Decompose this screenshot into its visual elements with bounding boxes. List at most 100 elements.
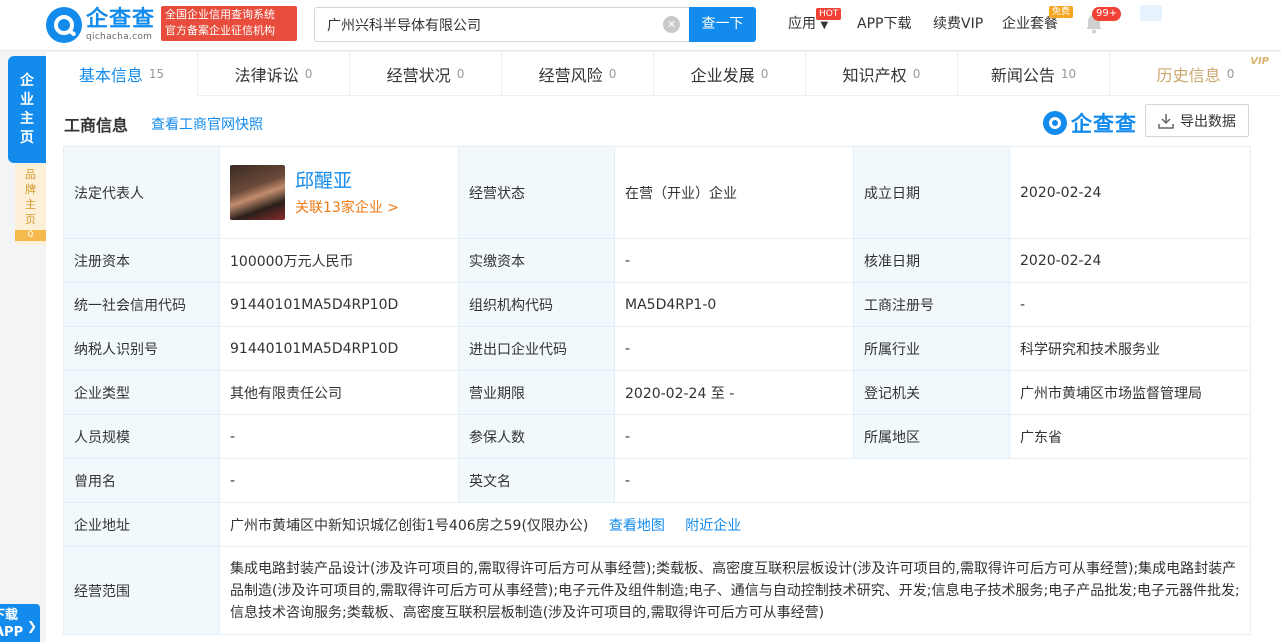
- address-cell: 广州市黄埔区中新知识城亿创街1号406房之59(仅限办公) 查看地图 附近企业: [219, 502, 1251, 547]
- vip-tag: VIP: [1250, 56, 1269, 67]
- tab-basic-info[interactable]: 基本信息 15: [46, 52, 198, 96]
- tab-label: 企业发展: [690, 66, 755, 85]
- legal-rep-name[interactable]: 邱醒亚: [295, 169, 399, 193]
- authority-label: 登记机关: [853, 370, 1010, 415]
- tab-news[interactable]: 新闻公告 10: [958, 52, 1110, 96]
- download-app-widget[interactable]: 下载 APP ❯: [0, 604, 40, 642]
- rail-char: 企: [20, 73, 34, 89]
- tab-label: 知识产权: [842, 66, 907, 85]
- qichacha-logo[interactable]: 企查查 qichacha.com: [46, 6, 155, 44]
- qichacha-watermark-logo: 企查查: [1043, 108, 1137, 138]
- status-label: 经营状态: [458, 146, 615, 239]
- org-code-value: MA5D4RP1-0: [614, 282, 854, 327]
- hot-tag: HOT: [816, 8, 842, 20]
- legal-rep-avatar[interactable]: [230, 165, 285, 220]
- reg-capital-label: 注册资本: [63, 238, 220, 283]
- rail-char: 主: [20, 111, 34, 127]
- tab-legal[interactable]: 法律诉讼 0: [198, 52, 350, 96]
- logo-magnifier-icon: [46, 7, 82, 43]
- tab-count: 0: [912, 67, 921, 81]
- official-snapshot-link[interactable]: 查看工商官网快照: [151, 114, 263, 134]
- tab-count: 15: [148, 67, 165, 81]
- insured-label: 参保人数: [458, 414, 615, 459]
- address-value: 广州市黄埔区中新知识城亿创街1号406房之59(仅限办公): [230, 517, 589, 534]
- legal-rep-cell: 邱醒亚 关联13家企业 >: [219, 146, 459, 239]
- taxpayer-id-label: 纳税人识别号: [63, 326, 220, 371]
- slogan-line-2: 官方备案企业征信机构: [165, 24, 275, 37]
- taxpayer-id-value: 91440101MA5D4RP10D: [219, 326, 459, 371]
- import-export-label: 进出口企业代码: [458, 326, 615, 371]
- business-info-table: 法定代表人 邱醒亚 关联13家企业 > 经营状态 在营（开业）企业 成立日期 2…: [63, 146, 1251, 635]
- notification-count-badge: 99+: [1092, 7, 1122, 21]
- biz-reg-no-value: -: [1009, 282, 1251, 327]
- tab-label: 经营状况: [386, 66, 451, 85]
- tab-history[interactable]: 历史信息 0 VIP: [1110, 52, 1281, 96]
- brand-count: 0: [15, 230, 46, 241]
- approval-date-value: 2020-02-24: [1009, 238, 1251, 283]
- section-title: 工商信息: [64, 116, 129, 135]
- table-row: 纳税人识别号 91440101MA5D4RP10D 进出口企业代码 - 所属行业…: [63, 326, 1251, 371]
- tab-count: 0: [1226, 67, 1235, 81]
- search-input[interactable]: 广州兴科半导体有限公司: [314, 7, 690, 42]
- partial-image: [1140, 5, 1162, 21]
- english-name-value: -: [614, 458, 1251, 503]
- former-name-label: 曾用名: [63, 458, 220, 503]
- renew-vip-link[interactable]: 续费VIP: [933, 14, 983, 34]
- tab-count: 0: [456, 67, 465, 81]
- nearby-companies-link[interactable]: 附近企业: [685, 518, 741, 534]
- tab-label: 新闻公告: [990, 66, 1055, 85]
- tab-label: 基本信息: [78, 66, 143, 85]
- rail-char: 牌: [25, 183, 36, 196]
- company-type-label: 企业类型: [63, 370, 220, 415]
- company-homepage-tab[interactable]: 企 业 主 页: [8, 56, 46, 163]
- tab-operations[interactable]: 经营状况 0: [350, 52, 502, 96]
- rail-char: 主: [25, 198, 36, 211]
- scope-value: 集成电路封装产品设计(涉及许可项目的,需取得许可后方可从事经营);类载板、高密度…: [219, 546, 1251, 635]
- tab-count: 10: [1060, 67, 1077, 81]
- former-name-value: -: [219, 458, 459, 503]
- rail-char: 品: [25, 168, 36, 181]
- region-value: 广东省: [1009, 414, 1251, 459]
- view-map-link[interactable]: 查看地图: [609, 518, 665, 534]
- logo-name: 企查查: [86, 7, 156, 32]
- paid-capital-value: -: [614, 238, 854, 283]
- reg-capital-value: 100000万元人民币: [219, 238, 459, 283]
- paid-capital-label: 实缴资本: [458, 238, 615, 283]
- tab-label: 经营风险: [538, 66, 603, 85]
- org-code-label: 组织机构代码: [458, 282, 615, 327]
- tab-development[interactable]: 企业发展 0: [654, 52, 806, 96]
- table-row: 注册资本 100000万元人民币 实缴资本 - 核准日期 2020-02-24: [63, 238, 1251, 283]
- region-label: 所属地区: [853, 414, 1010, 459]
- tab-label: 历史信息: [1156, 66, 1221, 85]
- insured-value: -: [614, 414, 854, 459]
- clear-search-icon[interactable]: ✕: [663, 16, 680, 33]
- section-tabs: 基本信息 15 法律诉讼 0 经营状况 0 经营风险 0 企业发展 0 知识产权 0 新闻公…: [46, 52, 1281, 96]
- legal-rep-label: 法定代表人: [63, 146, 220, 239]
- export-data-button[interactable]: 导出数据: [1145, 104, 1249, 137]
- english-name-label: 英文名: [458, 458, 615, 503]
- tab-count: 0: [760, 67, 769, 81]
- industry-value: 科学研究和技术服务业: [1009, 326, 1251, 371]
- export-label: 导出数据: [1180, 113, 1236, 130]
- watermark-logo-text: 企查查: [1071, 112, 1137, 136]
- apps-menu-label: 应用: [788, 16, 816, 32]
- search-button[interactable]: 查一下: [689, 7, 756, 42]
- table-row: 统一社会信用代码 91440101MA5D4RP10D 组织机构代码 MA5D4…: [63, 282, 1251, 327]
- table-row: 企业类型 其他有限责任公司 营业期限 2020-02-24 至 - 登记机关 广…: [63, 370, 1251, 415]
- business-info-panel: 工商信息 查看工商官网快照 企查查 导出数据 法定代表人 邱醒亚 关联13家企业…: [46, 96, 1281, 642]
- scope-label: 经营范围: [63, 546, 220, 635]
- table-row: 曾用名 - 英文名 -: [63, 458, 1251, 503]
- tab-ip[interactable]: 知识产权 0: [806, 52, 958, 96]
- tab-risk[interactable]: 经营风险 0: [502, 52, 654, 96]
- founded-value: 2020-02-24: [1009, 146, 1251, 239]
- chevron-right-icon: ❯: [26, 619, 37, 633]
- related-companies-link[interactable]: 关联13家企业 >: [295, 197, 399, 217]
- top-header: 企查查 qichacha.com 全国企业信用查询系统 官方备案企业征信机构 广…: [0, 0, 1281, 51]
- authority-value: 广州市黄埔区市场监督管理局: [1009, 370, 1251, 415]
- app-download-link[interactable]: APP下载: [857, 14, 911, 34]
- industry-label: 所属行业: [853, 326, 1010, 371]
- brand-homepage-tab[interactable]: 品 牌 主 页 0: [15, 163, 46, 245]
- logo-magnifier-icon: [1043, 111, 1067, 135]
- official-slogan-badge: 全国企业信用查询系统 官方备案企业征信机构: [161, 6, 297, 41]
- free-tag: 免费: [1049, 6, 1074, 18]
